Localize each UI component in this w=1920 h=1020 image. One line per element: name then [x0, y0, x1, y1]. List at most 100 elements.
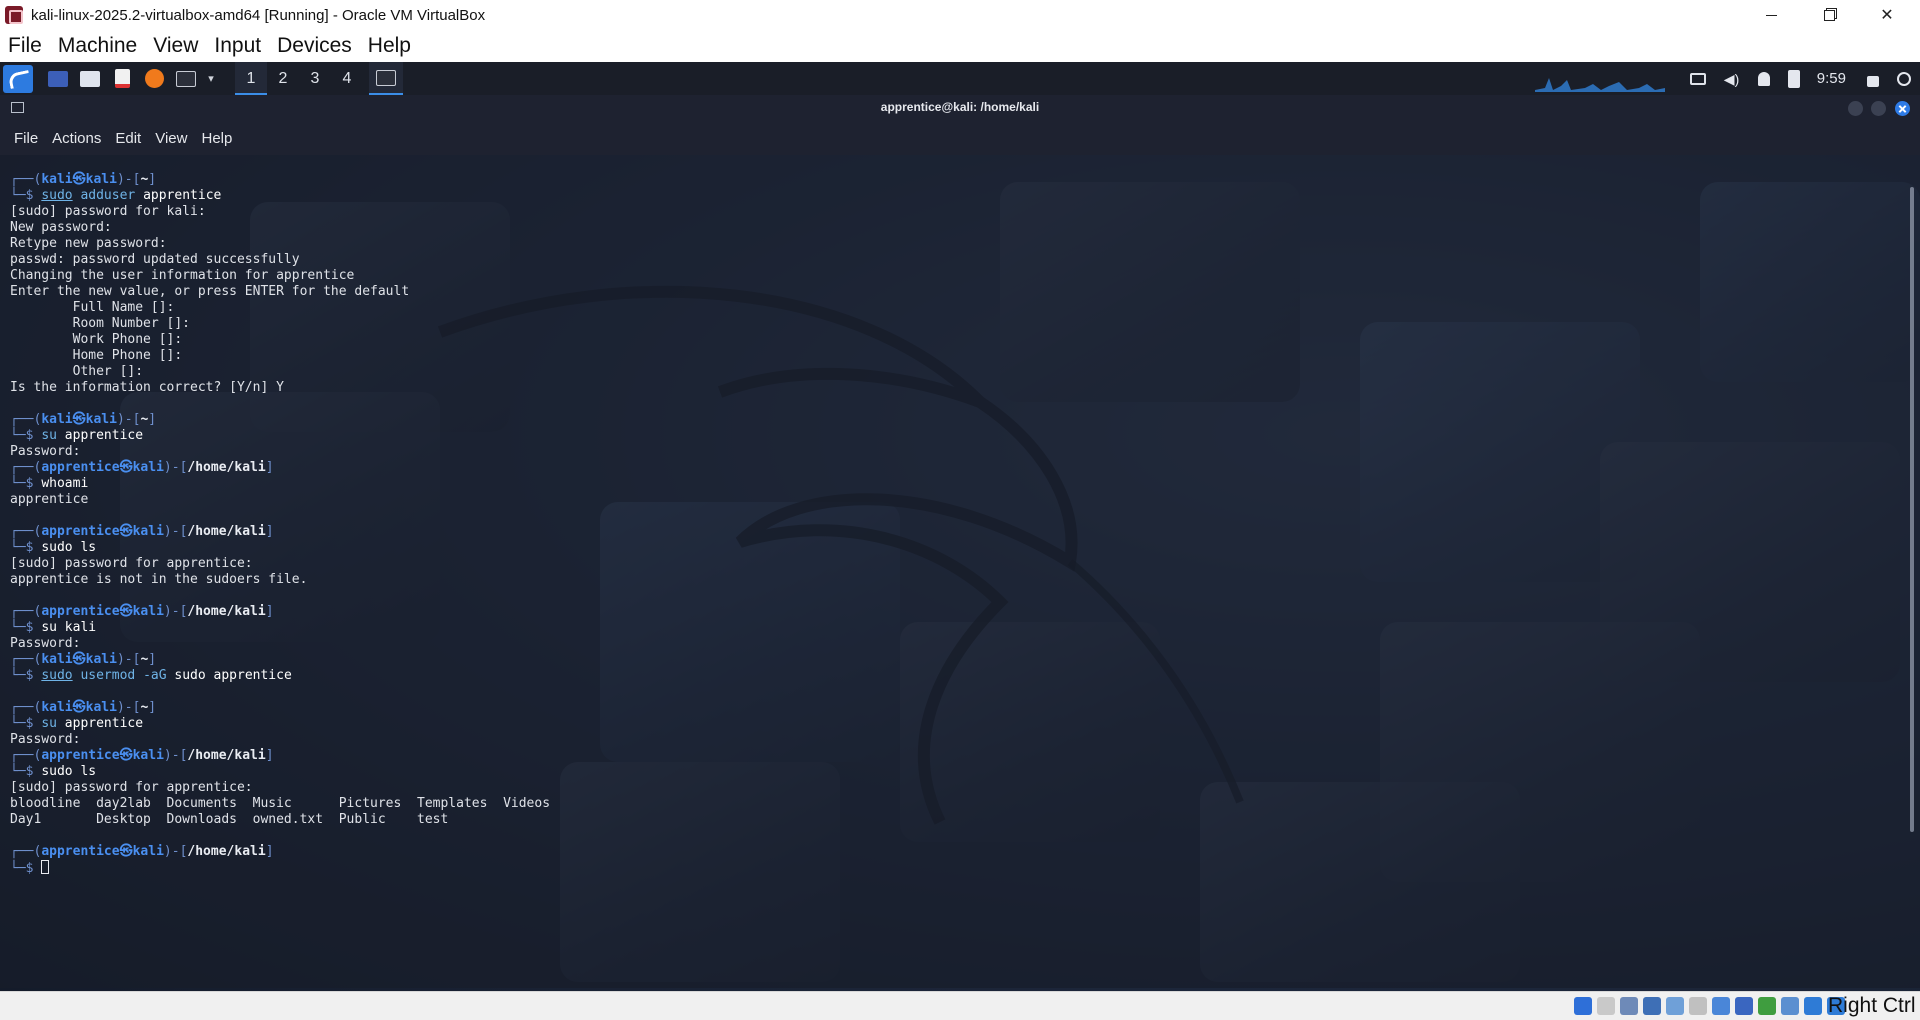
- terminal-line: Password:: [10, 636, 1900, 652]
- terminal-menu-view[interactable]: View: [148, 130, 194, 147]
- display-icon[interactable]: [1689, 72, 1706, 85]
- terminal-line: ┌──(kali㉿kali)-[~]: [10, 652, 1900, 668]
- output-text: Enter the new value, or press ENTER for …: [10, 284, 410, 299]
- terminal-minimize-button[interactable]: [1848, 101, 1863, 116]
- output-text: Password:: [10, 636, 81, 651]
- command-text: usermod: [72, 668, 136, 683]
- lock-screen-icon[interactable]: [1867, 75, 1879, 87]
- host-menu-machine[interactable]: Machine: [50, 34, 145, 58]
- host-menu-view[interactable]: View: [145, 34, 206, 58]
- terminal-line: └─$ su apprentice: [10, 428, 1900, 444]
- prompt-frame: ┌──(: [10, 604, 42, 619]
- prompt-path: /home/kali: [187, 604, 266, 619]
- prompt-host: kali: [132, 460, 164, 475]
- terminal-scrollbar[interactable]: [1910, 187, 1914, 832]
- floppy-icon[interactable]: [1712, 997, 1730, 1015]
- output-text: Room Number []:: [10, 316, 191, 331]
- restore-button[interactable]: [1800, 0, 1858, 30]
- network-icon[interactable]: [1643, 997, 1661, 1015]
- terminal-line: └─$ sudo ls: [10, 540, 1900, 556]
- prompt-frame: ]: [265, 844, 274, 859]
- terminal-line: New password:: [10, 220, 1900, 236]
- host-menu-devices[interactable]: Devices: [269, 34, 360, 58]
- volume-icon[interactable]: ◀): [1724, 71, 1740, 87]
- prompt-frame: )-[: [163, 844, 188, 859]
- host-menu-help[interactable]: Help: [360, 34, 419, 58]
- panel-clock[interactable]: 9:59: [1817, 70, 1846, 87]
- terminal-menu-help[interactable]: Help: [194, 130, 239, 147]
- show-desktop-icon[interactable]: [43, 64, 73, 94]
- recording-icon[interactable]: [1758, 997, 1776, 1015]
- file-manager-icon[interactable]: [75, 64, 105, 94]
- prompt-at-symbol: ㉿: [72, 412, 86, 427]
- host-window-title: kali-linux-2025.2-virtualbox-amd64 [Runn…: [31, 6, 486, 24]
- shared-folder-icon[interactable]: [1666, 997, 1684, 1015]
- workspace-4-button[interactable]: 4: [331, 62, 363, 95]
- workspace-2-button[interactable]: 2: [267, 62, 299, 95]
- usb-icon[interactable]: [1620, 997, 1638, 1015]
- optical-disk-icon[interactable]: [1597, 997, 1615, 1015]
- workspace-3-button[interactable]: 3: [299, 62, 331, 95]
- display-icon[interactable]: [1735, 997, 1753, 1015]
- prompt-frame: )-[: [116, 700, 141, 715]
- prompt-path: /home/kali: [187, 748, 266, 763]
- command-text: apprentice: [56, 716, 144, 731]
- prompt-path: /home/kali: [187, 460, 266, 475]
- command-text: sudo apprentice: [166, 668, 292, 683]
- prompt-user: apprentice: [41, 748, 120, 763]
- host-titlebar: kali-linux-2025.2-virtualbox-amd64 [Runn…: [0, 0, 1920, 30]
- workspace-1-button[interactable]: 1: [235, 62, 267, 95]
- cpu-icon[interactable]: [1781, 997, 1799, 1015]
- terminal-task-icon[interactable]: [369, 62, 403, 95]
- command-text: sudo ls: [41, 764, 97, 779]
- prompt-host: kali: [132, 604, 164, 619]
- prompt-frame: ┌──(: [10, 460, 42, 475]
- prompt-frame: )-[: [163, 460, 188, 475]
- mouse-integration-icon[interactable]: [1804, 997, 1822, 1015]
- host-menu-file[interactable]: File: [0, 34, 50, 58]
- command-text: su: [41, 428, 57, 443]
- host-key-label[interactable]: Right Ctrl: [1828, 994, 1916, 1018]
- prompt-at-symbol: ㉿: [119, 844, 133, 859]
- prompt-user: kali: [41, 172, 73, 187]
- output-text: Retype new password:: [10, 236, 167, 251]
- prompt-frame: ┌──(: [10, 524, 42, 539]
- terminal-line: ┌──(apprentice㉿kali)-[/home/kali]: [10, 604, 1900, 620]
- chevron-down-icon[interactable]: ▾: [203, 64, 219, 94]
- prompt-host: kali: [132, 748, 164, 763]
- terminal-line: apprentice is not in the sudoers file.: [10, 572, 1900, 588]
- terminal-line: Full Name []:: [10, 300, 1900, 316]
- output-text: apprentice: [10, 492, 89, 507]
- output-text: Home Phone []:: [10, 348, 183, 363]
- minimize-button[interactable]: [1742, 0, 1800, 30]
- logout-icon[interactable]: [1897, 71, 1911, 86]
- terminal-output[interactable]: ┌──(kali㉿kali)-[~] └─$ sudo adduser appre…: [10, 155, 1900, 985]
- audio-icon[interactable]: [1574, 997, 1592, 1015]
- output-text: Full Name []:: [10, 300, 175, 315]
- terminal-icon[interactable]: [171, 64, 201, 94]
- close-button[interactable]: ✕: [1858, 0, 1916, 30]
- host-menubar: File Machine View Input Devices Help: [0, 30, 1920, 62]
- text-editor-icon[interactable]: [107, 64, 137, 94]
- terminal-menu-edit[interactable]: Edit: [108, 130, 148, 147]
- terminal-menu-file[interactable]: File: [7, 130, 45, 147]
- terminal-titlebar[interactable]: apprentice@kali: /home/kali: [0, 95, 1920, 121]
- terminal-window[interactable]: apprentice@kali: /home/kali File Actions E…: [0, 95, 1920, 988]
- notification-bell-icon[interactable]: [1757, 71, 1770, 86]
- terminal-maximize-button[interactable]: [1871, 101, 1886, 116]
- prompt-frame: )-[: [116, 412, 141, 427]
- prompt-frame: ]: [148, 172, 157, 187]
- prompt-dollar: └─$: [10, 540, 42, 555]
- terminal-close-button[interactable]: [1895, 101, 1910, 116]
- pen-icon[interactable]: [1689, 997, 1707, 1015]
- terminal-line: └─$ sudo ls: [10, 764, 1900, 780]
- prompt-user: kali: [41, 700, 73, 715]
- prompt-frame: ]: [265, 460, 274, 475]
- host-menu-input[interactable]: Input: [206, 34, 269, 58]
- firefox-icon[interactable]: [139, 64, 169, 94]
- command-text: whoami: [41, 476, 89, 491]
- kali-menu-icon[interactable]: [3, 64, 33, 93]
- battery-icon[interactable]: [1787, 69, 1800, 88]
- terminal-menu-actions[interactable]: Actions: [45, 130, 108, 147]
